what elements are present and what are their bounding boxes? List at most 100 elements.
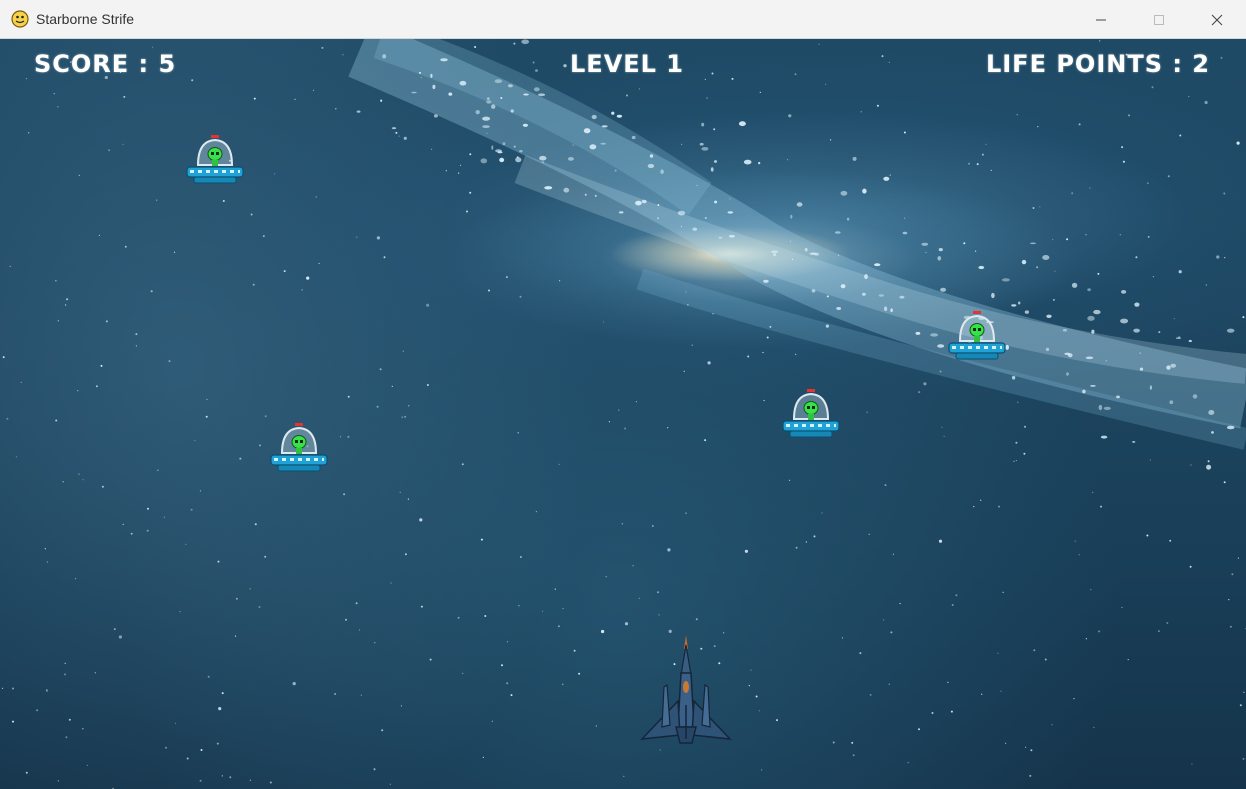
star [253,97,256,100]
star [1089,187,1091,189]
galaxy-fleck [356,110,361,113]
galaxy-fleck [1192,394,1198,399]
star [78,174,80,176]
star [217,560,220,563]
galaxy-fleck [874,263,881,267]
star [86,764,88,766]
galaxy-fleck [758,161,761,165]
star [273,173,276,175]
star [147,507,149,510]
star [64,673,66,676]
star [1229,625,1232,628]
close-button[interactable] [1188,0,1246,39]
star [624,622,629,626]
star [657,591,659,594]
star [943,435,945,437]
star [398,135,400,137]
star [484,615,487,617]
star [1023,452,1026,455]
star [1236,141,1240,145]
star [404,415,407,418]
star [950,710,953,713]
star [825,83,827,85]
star [156,199,158,201]
star [925,251,927,254]
galaxy-fleck [1100,435,1108,439]
star [488,289,490,292]
galaxy-fleck [430,73,433,78]
star [252,283,255,286]
galaxy-fleck [864,274,868,280]
star [100,364,103,367]
galaxy-fleck [1046,314,1052,318]
galaxy-fleck [475,110,480,115]
star [474,46,477,48]
star [892,553,895,555]
star [1157,630,1160,633]
star [931,712,934,714]
star [401,416,403,418]
star [94,672,96,674]
galaxy-fleck [714,200,718,204]
galaxy-fleck [1158,331,1161,333]
star [64,662,66,664]
galaxy-fleck [840,190,848,196]
star [1128,114,1130,117]
star [681,143,683,145]
galaxy-fleck [535,69,538,72]
title-bar[interactable]: Starborne Strife [0,0,1246,39]
star [955,594,958,597]
galaxy-fleck [991,292,995,299]
star [976,163,979,166]
star [542,161,545,164]
star [1166,622,1169,624]
galaxy-fleck [862,292,866,296]
star [907,762,909,764]
star [78,473,80,475]
star [1033,649,1036,652]
alien-ufo-enemy [948,311,1006,360]
galaxy-fleck [433,114,438,118]
star [1037,126,1039,128]
star [788,479,791,481]
minimize-button[interactable] [1072,0,1130,39]
star [657,204,660,206]
galaxy-fleck [1120,318,1129,324]
star [445,170,447,172]
galaxy-fleck [635,200,642,206]
star [941,426,943,428]
game-canvas[interactable]: SCORE : 5 LEVEL 1 LIFE POINTS : 2 [0,39,1246,789]
maximize-button[interactable] [1130,0,1188,39]
galaxy-fleck [563,187,570,193]
score-display: SCORE : 5 [34,50,177,78]
star [383,256,386,259]
star [939,370,942,373]
galaxy-fleck [660,169,664,174]
galaxy-fleck [713,160,718,163]
galaxy-fleck [811,289,816,293]
galaxy-fleck [701,147,709,151]
star [997,652,999,654]
star [1188,95,1190,98]
star [1030,749,1033,752]
star [400,705,402,707]
galaxy-fleck [862,188,867,194]
star [1220,56,1223,59]
star [794,73,797,76]
galaxy-fleck [647,163,655,169]
star [501,664,503,667]
star [883,619,885,621]
star [759,91,761,93]
star [683,370,685,372]
star [826,295,829,298]
star [221,775,223,777]
star [1231,573,1234,576]
star [20,381,22,383]
star [426,303,430,307]
star [1121,606,1123,609]
star [632,565,634,567]
star [292,682,296,686]
galaxy-fleck [902,231,908,235]
galaxy-fleck [840,284,846,289]
star [1242,316,1245,319]
